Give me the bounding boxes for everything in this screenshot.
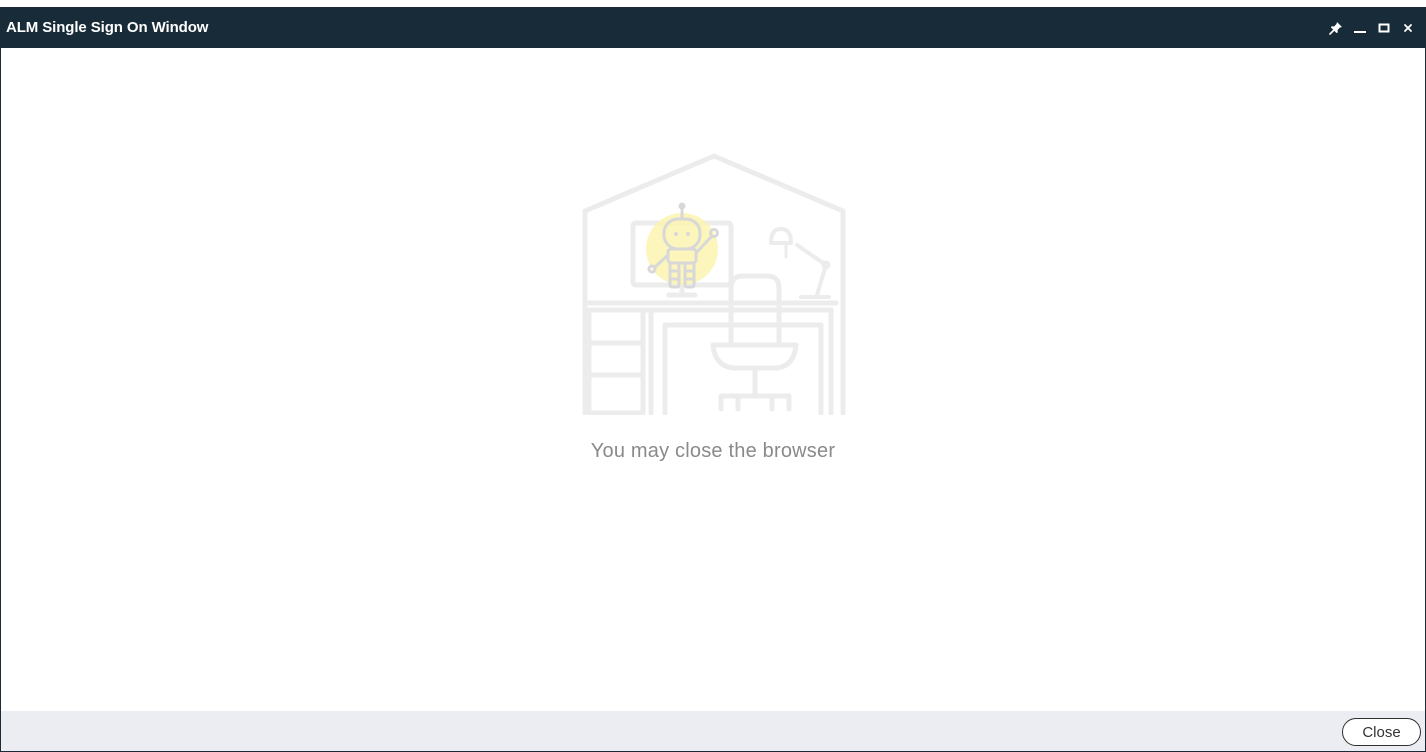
window-title: ALM Single Sign On Window	[6, 19, 209, 36]
status-message: You may close the browser	[590, 440, 836, 462]
robot-at-desk-illustration	[581, 153, 847, 416]
window-controls	[1327, 8, 1417, 48]
close-button[interactable]: Close	[1342, 718, 1421, 746]
window-footer: Close	[1, 711, 1425, 751]
content-area: You may close the browser	[1, 48, 1425, 711]
minimize-icon[interactable]	[1351, 19, 1369, 37]
sso-window: ALM Single Sign On Window You may close …	[0, 7, 1426, 752]
top-strip	[0, 0, 1426, 7]
pin-icon[interactable]	[1327, 19, 1345, 37]
maximize-icon[interactable]	[1375, 19, 1393, 37]
window-titlebar[interactable]: ALM Single Sign On Window	[1, 8, 1425, 48]
close-icon[interactable]	[1399, 19, 1417, 37]
